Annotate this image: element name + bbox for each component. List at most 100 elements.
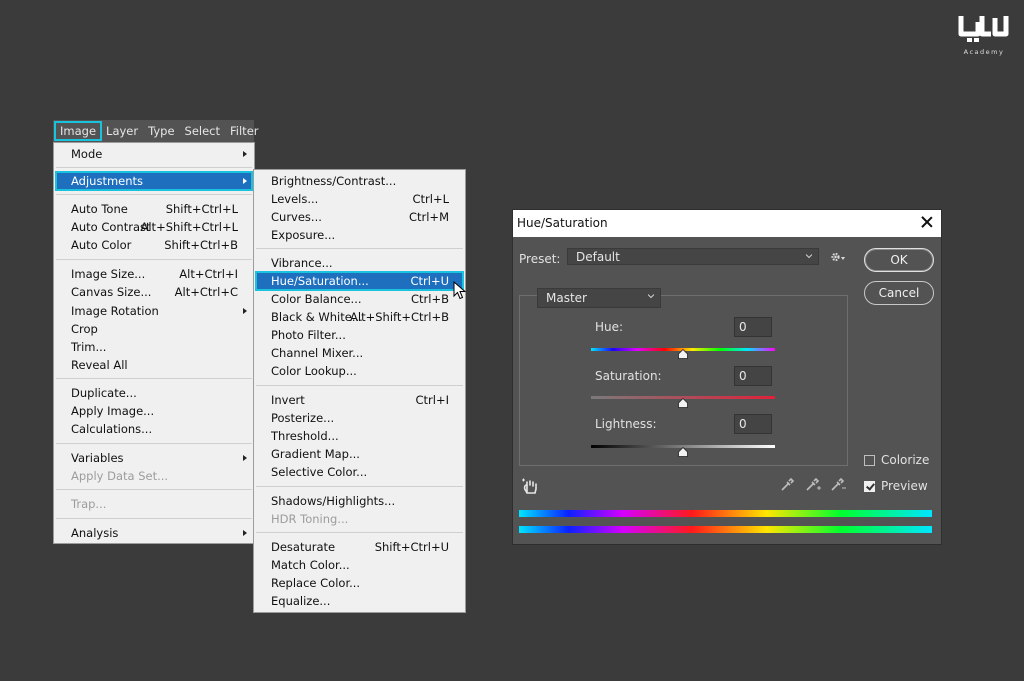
adjustment-group — [519, 295, 848, 466]
channel-dropdown[interactable]: Master — [537, 288, 661, 308]
saturation-slider-thumb[interactable] — [678, 398, 688, 408]
menu-item-auto-contrast[interactable]: Auto Contrast Alt+Shift+Ctrl+L — [56, 218, 252, 236]
menu-item-threshold[interactable]: Threshold... — [256, 427, 463, 445]
menu-item-mode[interactable]: Mode — [56, 145, 252, 163]
eyedropper-minus-icon[interactable] — [829, 477, 847, 493]
menu-item-hdr-toning: HDR Toning... — [271, 512, 349, 526]
menu-separator — [56, 489, 252, 490]
preview-label: Preview — [881, 479, 928, 493]
menu-item-adjustments[interactable]: Adjustments — [55, 171, 253, 191]
menu-separator — [256, 532, 463, 533]
close-icon[interactable] — [919, 214, 935, 230]
colorize-label: Colorize — [881, 453, 930, 467]
submenu-arrow-icon — [243, 455, 247, 461]
menu-item-apply-data-set: Apply Data Set... — [71, 469, 169, 483]
menu-item-exposure[interactable]: Exposure... — [256, 226, 463, 244]
mouse-cursor-icon — [453, 281, 467, 300]
preview-checkbox[interactable] — [864, 481, 875, 492]
eyedropper-plus-icon[interactable] — [804, 477, 822, 493]
menu-item-gradient-map[interactable]: Gradient Map... — [256, 445, 463, 463]
submenu-arrow-icon — [243, 308, 247, 314]
menu-item-duplicate[interactable]: Duplicate... — [56, 384, 252, 402]
menu-item-black-white[interactable]: Black & White... Alt+Shift+Ctrl+B — [256, 308, 463, 326]
menu-item-color-balance[interactable]: Color Balance... Ctrl+B — [256, 290, 463, 308]
menu-separator — [56, 259, 252, 260]
saturation-value-input[interactable]: 0 — [734, 366, 772, 386]
menu-separator — [56, 518, 252, 519]
brand-logo: Academy — [952, 12, 1016, 60]
hue-slider-thumb[interactable] — [678, 349, 688, 359]
adjustments-submenu: Brightness/Contrast... Levels... Ctrl+L … — [253, 169, 466, 613]
gear-icon[interactable] — [830, 251, 846, 263]
menu-item-reveal-all[interactable]: Reveal All — [56, 356, 252, 374]
menu-separator — [256, 486, 463, 487]
input-color-bar — [519, 510, 932, 517]
menu-item-trim[interactable]: Trim... — [56, 338, 252, 356]
menu-item-calculations[interactable]: Calculations... — [56, 420, 252, 438]
menu-item-shadows-highlights[interactable]: Shadows/Highlights... — [256, 492, 463, 510]
hue-saturation-dialog: Hue/Saturation Preset: Default OK Cancel… — [512, 209, 942, 545]
menu-separator — [56, 443, 252, 444]
menubar-image[interactable]: Image — [53, 121, 103, 141]
menu-item-canvas-size[interactable]: Canvas Size... Alt+Ctrl+C — [56, 283, 252, 301]
channel-value: Master — [546, 291, 587, 305]
menu-separator — [56, 194, 252, 195]
menu-item-invert[interactable]: Invert Ctrl+I — [256, 391, 463, 409]
menu-separator — [256, 385, 463, 386]
menu-item-vibrance[interactable]: Vibrance... — [256, 254, 463, 272]
hand-target-icon[interactable] — [521, 477, 539, 495]
saturation-label: Saturation: — [595, 369, 662, 383]
menu-item-auto-color[interactable]: Auto Color Shift+Ctrl+B — [56, 236, 252, 254]
cancel-button[interactable]: Cancel — [864, 281, 934, 305]
menu-item-crop[interactable]: Crop — [56, 320, 252, 338]
submenu-arrow-icon — [243, 151, 247, 157]
menu-item-posterize[interactable]: Posterize... — [256, 409, 463, 427]
menu-item-desaturate[interactable]: Desaturate Shift+Ctrl+U — [256, 538, 463, 556]
menu-item-curves[interactable]: Curves... Ctrl+M — [256, 208, 463, 226]
menu-item-equalize[interactable]: Equalize... — [256, 592, 463, 610]
chevron-down-icon — [648, 294, 654, 299]
menu-item-image-size[interactable]: Image Size... Alt+Ctrl+I — [56, 265, 252, 283]
menu-item-analysis[interactable]: Analysis — [56, 524, 252, 542]
hue-label: Hue: — [595, 320, 624, 334]
chevron-down-icon — [806, 254, 812, 259]
menu-item-auto-tone[interactable]: Auto Tone Shift+Ctrl+L — [56, 200, 252, 218]
menu-item-photo-filter[interactable]: Photo Filter... — [256, 326, 463, 344]
submenu-arrow-icon — [243, 530, 247, 536]
dialog-title: Hue/Saturation — [517, 216, 608, 230]
menubar-filter[interactable]: Filter — [225, 122, 263, 140]
menu-item-selective-color[interactable]: Selective Color... — [256, 463, 463, 481]
menubar-select[interactable]: Select — [180, 122, 225, 140]
menu-item-color-lookup[interactable]: Color Lookup... — [256, 362, 463, 380]
menu-item-trap: Trap... — [71, 497, 107, 511]
preset-dropdown[interactable]: Default — [567, 248, 819, 265]
colorize-checkbox[interactable] — [864, 455, 875, 466]
logo-mark — [958, 16, 1009, 42]
preset-value: Default — [576, 250, 620, 264]
submenu-arrow-icon — [243, 178, 247, 184]
preset-label: Preset: — [519, 252, 561, 266]
menu-item-channel-mixer[interactable]: Channel Mixer... — [256, 344, 463, 362]
menubar: Image Layer Type Select Filter — [53, 120, 259, 142]
lightness-slider-thumb[interactable] — [678, 447, 688, 457]
hue-value-input[interactable]: 0 — [734, 317, 772, 337]
ok-button[interactable]: OK — [864, 248, 934, 272]
menu-item-hue-saturation[interactable]: Hue/Saturation... Ctrl+U — [255, 271, 464, 291]
dialog-titlebar: Hue/Saturation — [513, 210, 941, 237]
menu-item-variables[interactable]: Variables — [56, 449, 252, 467]
lightness-value-input[interactable]: 0 — [734, 414, 772, 434]
eyedropper-icon[interactable] — [779, 477, 795, 493]
menu-item-match-color[interactable]: Match Color... — [256, 556, 463, 574]
menu-item-replace-color[interactable]: Replace Color... — [256, 574, 463, 592]
menu-item-levels[interactable]: Levels... Ctrl+L — [256, 190, 463, 208]
menu-separator — [56, 378, 252, 379]
menubar-type[interactable]: Type — [143, 122, 179, 140]
menu-item-image-rotation[interactable]: Image Rotation — [56, 302, 252, 320]
menu-item-apply-image[interactable]: Apply Image... — [56, 402, 252, 420]
menu-item-brightness-contrast[interactable]: Brightness/Contrast... — [256, 172, 463, 190]
menubar-layer[interactable]: Layer — [101, 122, 143, 140]
menu-separator — [256, 248, 463, 249]
logo-subtitle: Academy — [963, 48, 1005, 56]
image-menu: Mode Adjustments Auto Tone Shift+Ctrl+L … — [53, 142, 255, 544]
lightness-label: Lightness: — [595, 417, 657, 431]
